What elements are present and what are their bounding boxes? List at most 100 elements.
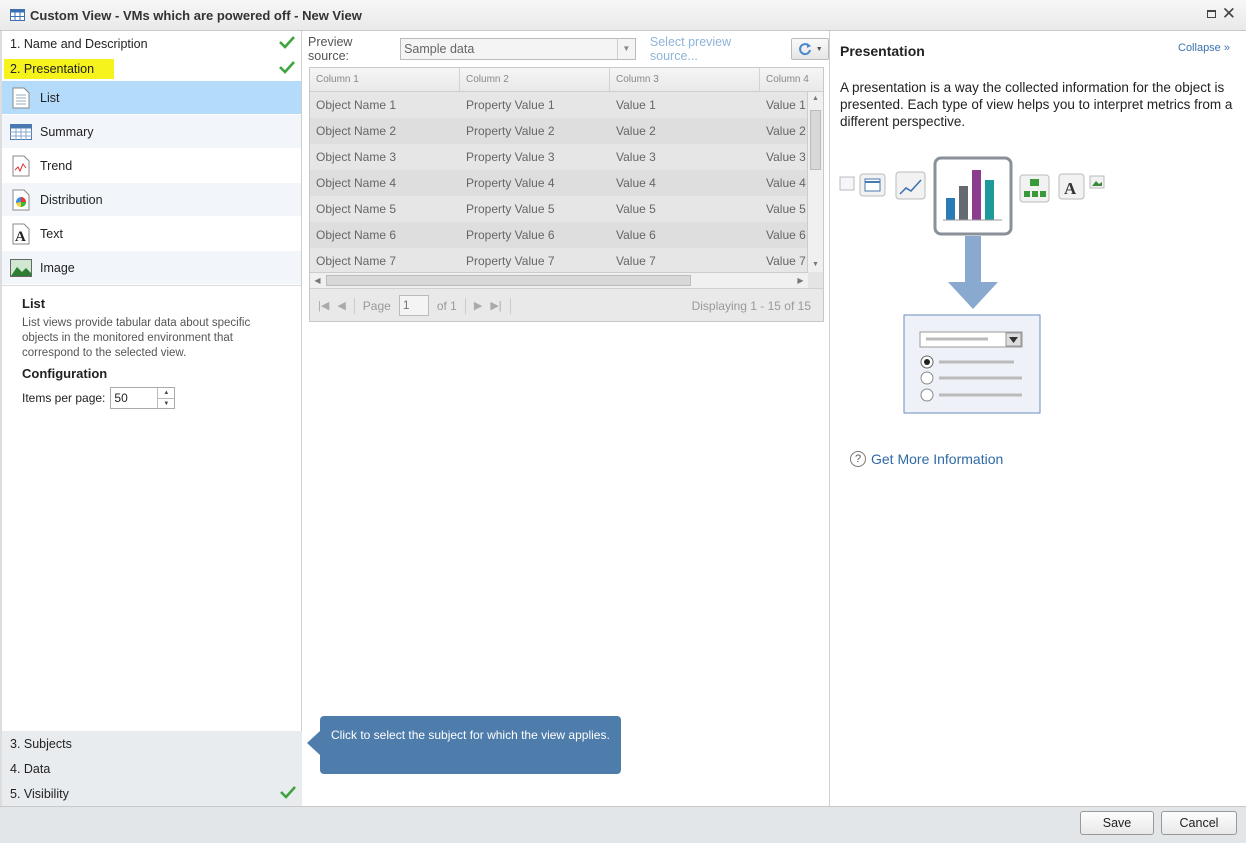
scroll-thumb[interactable] [810,110,821,170]
help-text: A presentation is a way the collected in… [840,80,1233,129]
presentation-item-distribution[interactable]: Distribution [2,183,301,217]
column-header[interactable]: Column 1 [310,68,460,91]
presentation-list: List Summary Trend Distribution A Text I… [2,81,301,285]
close-icon[interactable]: ✕ [1222,5,1236,22]
step-presentation[interactable]: 2. Presentation [2,56,301,81]
grid-pager: |◀ ◀ Page 1 of 1 ▶ ▶| Displaying 1 - 15 … [310,288,823,321]
view-grid-icon [10,9,25,21]
grid-cell: Value 3 [766,150,806,164]
pager-separator [464,297,466,314]
spin-down-icon[interactable]: ▼ [158,399,174,409]
grid-cell: Value 4 [616,176,656,190]
table-row[interactable]: Object Name 5 Property Value 5 Value 5 Valu… [310,196,808,222]
preview-toolbar: Preview source: Sample data ▼ Select pre… [302,31,829,67]
cancel-button[interactable]: Cancel [1161,811,1237,835]
grid-cell: Object Name 5 [316,202,397,216]
step-subjects[interactable]: 3. Subjects [2,731,302,756]
refresh-icon [798,43,811,56]
step-label: 5. Visibility [10,786,69,801]
grid-cell: Object Name 2 [316,124,397,138]
page-of-label: of 1 [436,298,457,313]
step-name-description[interactable]: 1. Name and Description [2,31,301,56]
dialog-footer: Save Cancel [0,806,1246,843]
column-header[interactable]: Column 2 [460,68,610,91]
refresh-button[interactable]: ▼ [791,38,829,60]
presentation-item-text[interactable]: A Text [2,217,301,251]
grid-cell: Property Value 4 [466,176,555,190]
displaying-count: Displaying 1 - 15 of 15 [691,298,811,313]
scroll-right-icon[interactable]: ▶ [793,273,808,288]
grid-cell: Object Name 6 [316,228,397,242]
table-row[interactable]: Object Name 2 Property Value 2 Value 2 Valu… [310,118,808,144]
items-per-page-value[interactable]: 50 [111,388,157,408]
wizard-steps-panel: 1. Name and Description 2. Presentation … [0,31,302,806]
grid-cell: Value 7 [616,254,656,268]
grid-cell: Property Value 3 [466,150,555,164]
grid-cell: Value 2 [616,124,656,138]
save-button[interactable]: Save [1080,811,1154,835]
presentation-item-image[interactable]: Image [2,251,301,285]
grid-cell: Value 6 [616,228,656,242]
grid-cell: Value 1 [616,98,656,112]
table-row[interactable]: Object Name 3 Property Value 3 Value 3 Valu… [310,144,808,170]
grid-cell: Property Value 6 [466,228,555,242]
table-row[interactable]: Object Name 6 Property Value 6 Value 6 Valu… [310,222,808,248]
page-number-input[interactable]: 1 [398,295,429,316]
presentation-item-list[interactable]: List [2,81,301,115]
presentation-illustration: A [839,156,1105,414]
get-more-information-link[interactable]: ? Get More Information [850,451,1003,467]
scroll-down-icon[interactable]: ▼ [808,258,823,272]
table-row[interactable]: Object Name 7 Property Value 7 Value 7 Valu… [310,248,808,272]
scroll-thumb[interactable] [326,275,691,286]
collapse-link[interactable]: Collapse » [1178,42,1230,54]
scroll-up-icon[interactable]: ▲ [808,92,823,106]
items-per-page-stepper[interactable]: 50 ▲ ▼ [110,387,176,409]
presentation-label: Summary [40,124,94,139]
presentation-item-trend[interactable]: Trend [2,149,301,183]
preview-source-label: Preview source: [308,35,353,63]
last-page-icon[interactable]: ▶| [490,299,501,312]
description-text: List views provide tabular data about sp… [22,317,251,359]
chevron-down-icon[interactable]: ▼ [616,39,635,59]
grid-cell: Object Name 3 [316,150,397,164]
grid-header: Column 1 Column 2 Column 3 Column 4 [310,68,823,92]
presentation-label: Text [40,226,63,241]
first-page-icon[interactable]: |◀ [318,299,329,312]
collapse-label: Collapse [1178,42,1221,54]
preview-source-value: Sample data [404,42,475,56]
help-panel: Presentation Collapse » A presentation i… [830,31,1246,806]
scroll-left-icon[interactable]: ◀ [310,273,325,288]
svg-text:A: A [15,229,26,245]
column-header[interactable]: Column 3 [610,68,760,91]
grid-cell: Property Value 2 [466,124,555,138]
wizard-steps-bottom: 3. Subjects 4. Data 5. Visibility [2,731,302,806]
page-label: Page [362,298,391,313]
title-bar: Custom View - VMs which are powered off … [0,0,1246,31]
grid-cell: Object Name 7 [316,254,397,268]
grid-cell: Property Value 5 [466,202,555,216]
prev-page-icon[interactable]: ◀ [337,299,345,312]
presentation-label: Distribution [40,192,103,207]
presentation-label: Trend [40,158,73,173]
table-row[interactable]: Object Name 1 Property Value 1 Value 1 Valu… [310,92,808,118]
maximize-icon[interactable] [1206,10,1216,18]
description-title: List [22,296,46,311]
spin-up-icon[interactable]: ▲ [158,388,175,399]
step-data[interactable]: 4. Data [2,756,302,781]
grid-cell: Property Value 7 [466,254,555,268]
grid-cell: Value 7 [766,254,806,268]
double-chevron-right-icon: » [1223,42,1230,54]
presentation-label: Image [40,260,75,275]
next-page-icon[interactable]: ▶ [474,299,482,312]
step-label: 2. Presentation [4,58,115,79]
preview-source-select[interactable]: Sample data ▼ [400,38,636,60]
trend-icon [10,155,32,177]
table-row[interactable]: Object Name 4 Property Value 4 Value 4 Valu… [310,170,808,196]
vertical-scrollbar[interactable]: ▲ ▼ [807,92,823,272]
select-preview-source-link[interactable]: Select preview source... [650,35,781,63]
step-visibility[interactable]: 5. Visibility [2,781,302,806]
column-header[interactable]: Column 4 [760,68,823,91]
presentation-item-summary[interactable]: Summary [2,115,301,149]
presentation-label: List [40,90,60,105]
horizontal-scrollbar[interactable]: ◀ ▶ [310,272,808,288]
